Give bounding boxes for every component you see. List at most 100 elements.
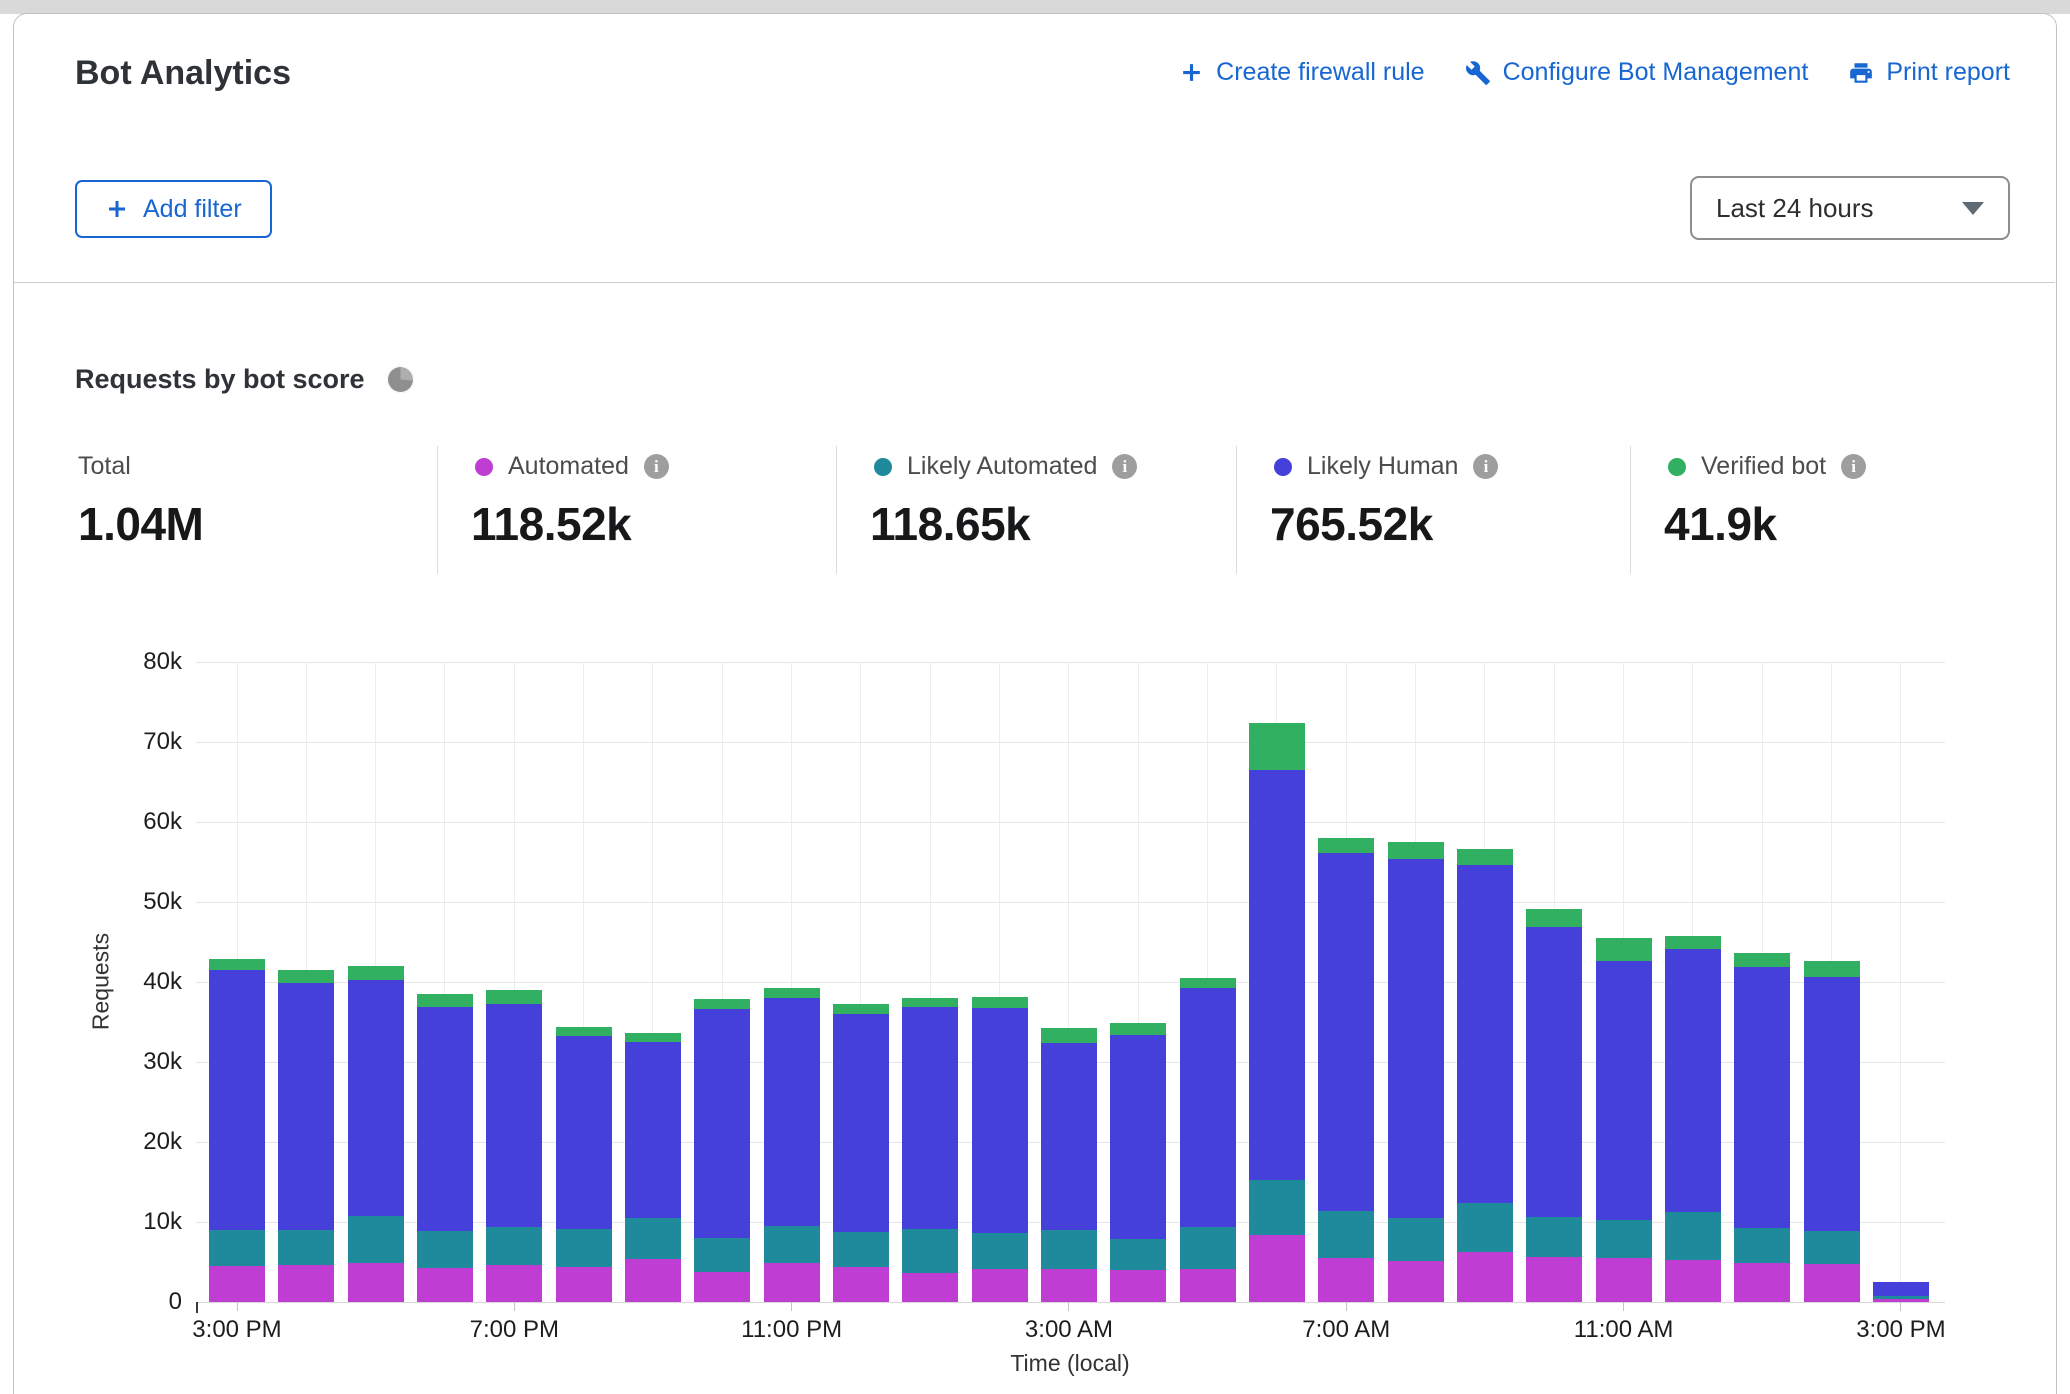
bar-segment-verified-bot[interactable] <box>972 997 1028 1007</box>
bar-segment-likely-human[interactable] <box>1110 1035 1166 1239</box>
bar-segment-likely-human[interactable] <box>902 1007 958 1229</box>
bar-segment-likely-automated[interactable] <box>1249 1180 1305 1235</box>
bar-segment-likely-automated[interactable] <box>833 1232 889 1267</box>
bar-segment-verified-bot[interactable] <box>1041 1028 1097 1043</box>
bar-segment-verified-bot[interactable] <box>1734 953 1790 967</box>
bar-segment-automated[interactable] <box>1457 1252 1513 1302</box>
bar-segment-automated[interactable] <box>1804 1264 1860 1302</box>
bar-segment-verified-bot[interactable] <box>1457 849 1513 865</box>
bar-segment-automated[interactable] <box>1526 1257 1582 1302</box>
bar-segment-automated[interactable] <box>1388 1261 1444 1302</box>
bar-segment-automated[interactable] <box>833 1267 889 1302</box>
bar-segment-likely-human[interactable] <box>486 1004 542 1226</box>
bar-segment-automated[interactable] <box>348 1263 404 1302</box>
bar-segment-verified-bot[interactable] <box>1526 909 1582 927</box>
bar-segment-verified-bot[interactable] <box>1665 936 1721 950</box>
bar-segment-automated[interactable] <box>556 1267 612 1302</box>
bar-segment-likely-automated[interactable] <box>902 1229 958 1273</box>
bar-segment-automated[interactable] <box>694 1272 750 1302</box>
bar-segment-likely-human[interactable] <box>764 998 820 1226</box>
bar-segment-likely-human[interactable] <box>1665 949 1721 1212</box>
bar-segment-likely-human[interactable] <box>209 970 265 1230</box>
bar-segment-automated[interactable] <box>902 1273 958 1302</box>
bar-segment-likely-human[interactable] <box>1596 961 1652 1220</box>
bar-segment-likely-automated[interactable] <box>1110 1239 1166 1270</box>
bar-segment-verified-bot[interactable] <box>556 1027 612 1036</box>
bar-segment-likely-automated[interactable] <box>1526 1217 1582 1257</box>
bar-segment-likely-human[interactable] <box>1804 977 1860 1231</box>
bar-segment-verified-bot[interactable] <box>902 998 958 1007</box>
bar-segment-verified-bot[interactable] <box>764 988 820 998</box>
bar-segment-automated[interactable] <box>1110 1270 1166 1302</box>
bar-segment-likely-automated[interactable] <box>694 1238 750 1272</box>
bar-segment-likely-automated[interactable] <box>764 1226 820 1263</box>
bar-segment-automated[interactable] <box>972 1269 1028 1302</box>
bar-segment-verified-bot[interactable] <box>1180 978 1236 988</box>
bar-segment-likely-automated[interactable] <box>486 1227 542 1265</box>
bar-segment-automated[interactable] <box>1318 1258 1374 1302</box>
bar-segment-automated[interactable] <box>764 1263 820 1302</box>
bar-segment-verified-bot[interactable] <box>1596 938 1652 961</box>
bar-segment-likely-automated[interactable] <box>1734 1228 1790 1263</box>
bar-segment-verified-bot[interactable] <box>209 959 265 970</box>
bar-segment-automated[interactable] <box>209 1266 265 1302</box>
bar-segment-likely-human[interactable] <box>625 1042 681 1218</box>
bar-segment-likely-automated[interactable] <box>1041 1230 1097 1269</box>
bar-segment-automated[interactable] <box>1734 1263 1790 1302</box>
bar-segment-likely-human[interactable] <box>278 983 334 1230</box>
bar-segment-verified-bot[interactable] <box>1318 838 1374 853</box>
bar-segment-likely-automated[interactable] <box>417 1231 473 1268</box>
bar-segment-verified-bot[interactable] <box>694 999 750 1009</box>
bar-segment-likely-human[interactable] <box>1249 770 1305 1180</box>
bar-segment-likely-automated[interactable] <box>972 1233 1028 1269</box>
bar-segment-likely-automated[interactable] <box>348 1216 404 1262</box>
bar-segment-verified-bot[interactable] <box>1804 961 1860 977</box>
bar-segment-likely-automated[interactable] <box>1596 1220 1652 1258</box>
bar-segment-likely-automated[interactable] <box>209 1230 265 1266</box>
bar-segment-verified-bot[interactable] <box>1249 723 1305 770</box>
bar-segment-likely-human[interactable] <box>833 1014 889 1232</box>
bar-segment-likely-human[interactable] <box>1041 1043 1097 1230</box>
bar-segment-verified-bot[interactable] <box>833 1004 889 1014</box>
bar-segment-verified-bot[interactable] <box>417 994 473 1007</box>
bar-segment-likely-human[interactable] <box>1457 865 1513 1203</box>
bar-segment-automated[interactable] <box>1041 1269 1097 1302</box>
bar-segment-automated[interactable] <box>1249 1235 1305 1302</box>
bar-segment-automated[interactable] <box>1596 1258 1652 1302</box>
bar-segment-automated[interactable] <box>278 1265 334 1302</box>
bar-segment-verified-bot[interactable] <box>348 966 404 980</box>
bar-segment-likely-automated[interactable] <box>1318 1211 1374 1258</box>
bar-segment-verified-bot[interactable] <box>1110 1023 1166 1035</box>
bar-segment-likely-automated[interactable] <box>1873 1296 1929 1299</box>
bar-segment-automated[interactable] <box>1665 1260 1721 1302</box>
bar-segment-automated[interactable] <box>417 1268 473 1302</box>
bar-segment-likely-human[interactable] <box>1318 853 1374 1211</box>
bar-segment-verified-bot[interactable] <box>1388 842 1444 859</box>
bar-segment-likely-automated[interactable] <box>1180 1227 1236 1269</box>
bar-segment-likely-human[interactable] <box>694 1009 750 1238</box>
bar-segment-likely-human[interactable] <box>1873 1282 1929 1296</box>
bar-segment-likely-automated[interactable] <box>625 1218 681 1259</box>
bar-segment-automated[interactable] <box>1180 1269 1236 1302</box>
bar-segment-likely-human[interactable] <box>972 1008 1028 1234</box>
bar-segment-verified-bot[interactable] <box>625 1033 681 1042</box>
bar-segment-likely-human[interactable] <box>348 980 404 1217</box>
bar-segment-likely-human[interactable] <box>1388 859 1444 1218</box>
bar-segment-likely-automated[interactable] <box>1665 1212 1721 1259</box>
bar-segment-likely-human[interactable] <box>1180 988 1236 1227</box>
x-axis-tick <box>1900 1302 1901 1311</box>
bar-segment-verified-bot[interactable] <box>278 970 334 983</box>
bar-segment-automated[interactable] <box>625 1259 681 1302</box>
bar-segment-automated[interactable] <box>486 1265 542 1302</box>
y-axis-tick-label: 20k <box>104 1128 182 1156</box>
bar-segment-likely-automated[interactable] <box>1388 1218 1444 1261</box>
bar-segment-likely-automated[interactable] <box>1804 1231 1860 1264</box>
bar-segment-likely-human[interactable] <box>1734 967 1790 1228</box>
bar-segment-likely-human[interactable] <box>1526 927 1582 1217</box>
bar-segment-verified-bot[interactable] <box>486 990 542 1004</box>
bar-segment-likely-automated[interactable] <box>1457 1203 1513 1252</box>
bar-segment-likely-automated[interactable] <box>556 1229 612 1267</box>
bar-segment-likely-human[interactable] <box>556 1036 612 1230</box>
bar-segment-likely-automated[interactable] <box>278 1230 334 1265</box>
bar-segment-likely-human[interactable] <box>417 1007 473 1231</box>
